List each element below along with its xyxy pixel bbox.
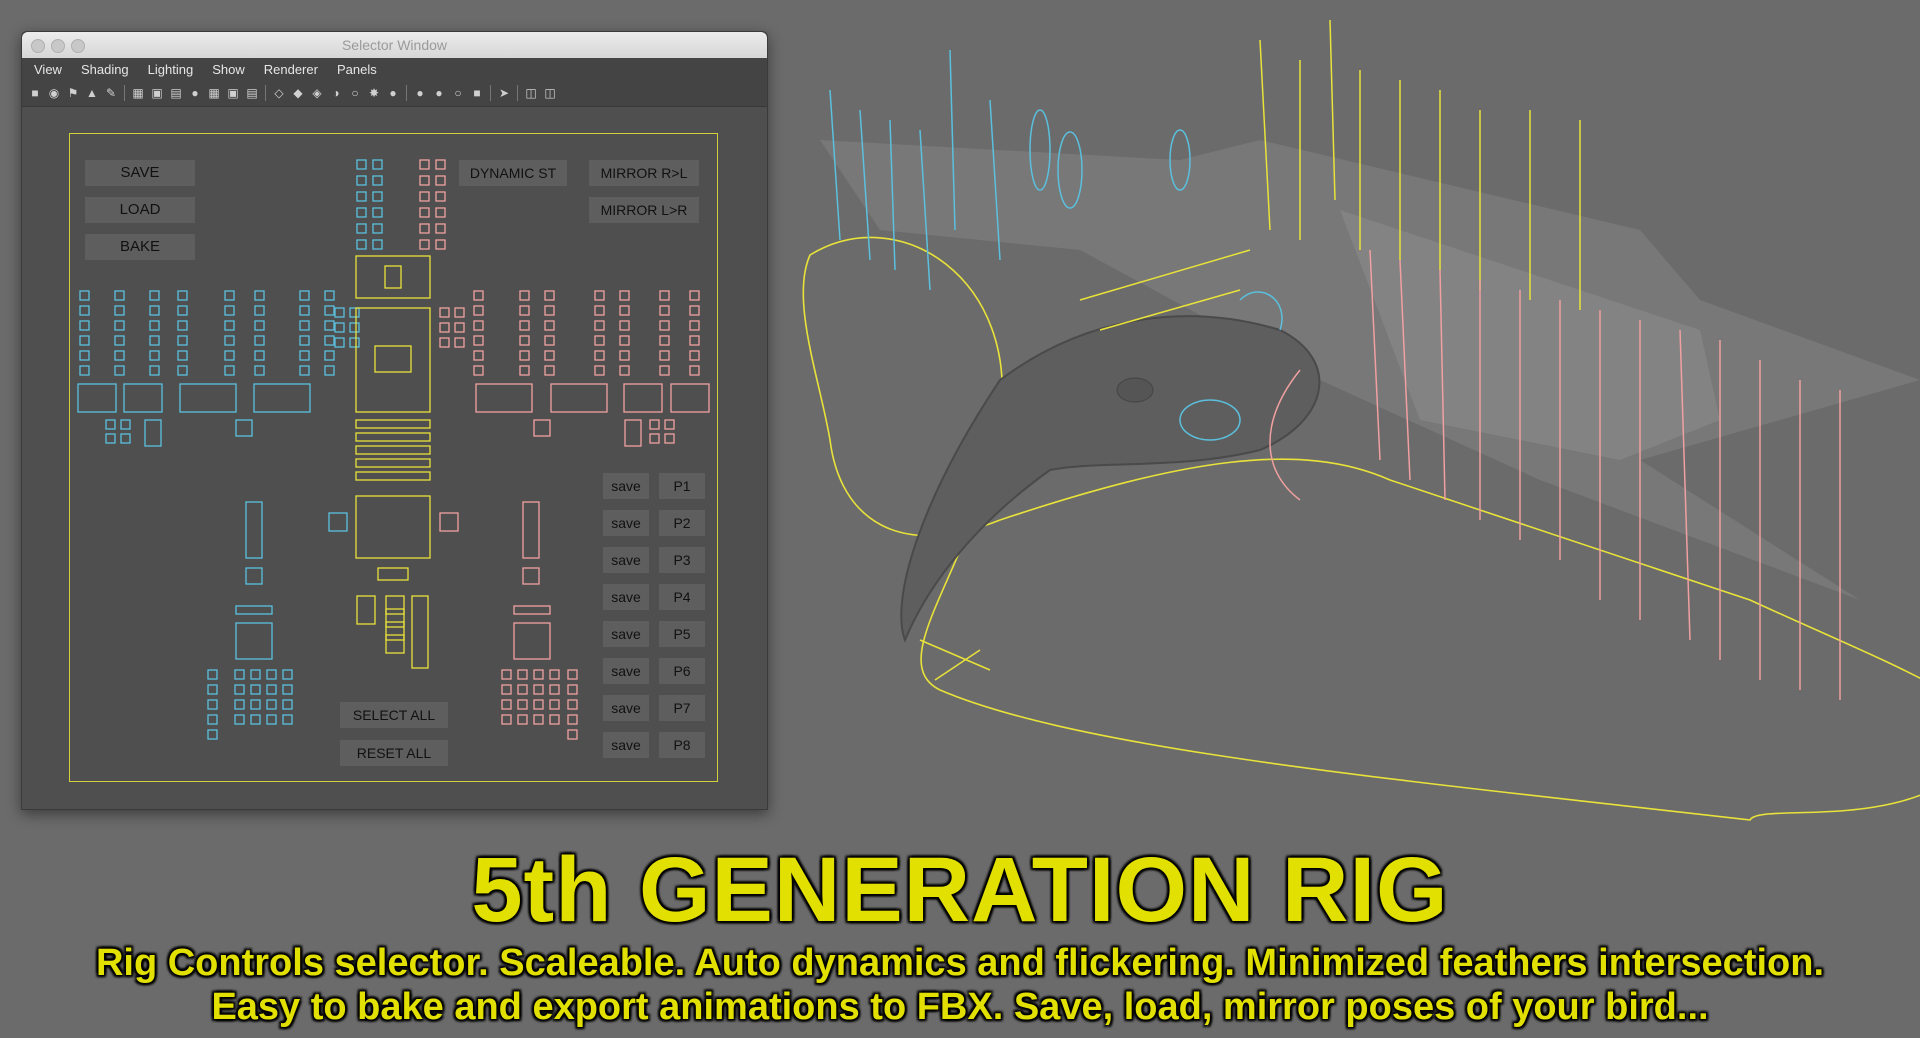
menu-view[interactable]: View: [34, 62, 62, 77]
save-pose-2-button[interactable]: save: [603, 510, 649, 536]
safe-action-icon[interactable]: ▣: [226, 86, 240, 100]
pencil-icon[interactable]: ✎: [104, 86, 118, 100]
depth-of-field-icon[interactable]: ■: [470, 86, 484, 100]
save-pose-4-button[interactable]: save: [603, 584, 649, 610]
menu-shading[interactable]: Shading: [81, 62, 129, 77]
film-gate-icon[interactable]: ▣: [150, 86, 164, 100]
save-pose-5-button[interactable]: save: [603, 621, 649, 647]
field-chart-icon[interactable]: ▦: [207, 86, 221, 100]
load-button[interactable]: LOAD: [85, 197, 195, 223]
window-titlebar[interactable]: Selector Window: [22, 32, 767, 58]
subtitle-line-1: Rig Controls selector. Scaleable. Auto d…: [95, 942, 1825, 984]
pose-8-button[interactable]: P8: [659, 732, 705, 758]
pose-2-button[interactable]: P2: [659, 510, 705, 536]
menu-bar: View Shading Lighting Show Renderer Pane…: [22, 58, 767, 80]
window-title: Selector Window: [341, 37, 448, 53]
motion-blur-icon[interactable]: ●: [432, 86, 446, 100]
save-pose-3-button[interactable]: save: [603, 547, 649, 573]
save-pose-8-button[interactable]: save: [603, 732, 649, 758]
menu-renderer[interactable]: Renderer: [264, 62, 318, 77]
select-all-button[interactable]: SELECT ALL: [340, 702, 448, 728]
wireframe-on-shaded-icon[interactable]: ◈: [310, 86, 324, 100]
bookmark-icon[interactable]: ⚑: [66, 86, 80, 100]
resolution-gate-icon[interactable]: ▤: [169, 86, 183, 100]
textured-icon[interactable]: ◑: [329, 86, 343, 100]
headline: 5th GENERATION RIG: [471, 839, 1449, 941]
pose-7-button[interactable]: P7: [659, 695, 705, 721]
pose-1-button[interactable]: P1: [659, 473, 705, 499]
menu-lighting[interactable]: Lighting: [148, 62, 194, 77]
grid-icon[interactable]: ▦: [131, 86, 145, 100]
mirror-l-to-r-button[interactable]: MIRROR L>R: [589, 197, 699, 223]
xray-icon[interactable]: ●: [386, 86, 400, 100]
ambient-occlusion-icon[interactable]: ●: [413, 86, 427, 100]
viewport-toolbar: ■ ◉ ⚑ ▲ ✎ ▦ ▣ ▤ ● ▦ ▣ ▤ ◇ ◆ ◈ ◑ ○ ✸ ● ● …: [22, 80, 767, 107]
mirror-r-to-l-button[interactable]: MIRROR R>L: [589, 160, 699, 186]
save-pose-1-button[interactable]: save: [603, 473, 649, 499]
shadows-icon[interactable]: ✸: [367, 86, 381, 100]
camera-icon[interactable]: ■: [28, 86, 42, 100]
camera-attributes-icon[interactable]: ◉: [47, 86, 61, 100]
dynamic-st-button[interactable]: DYNAMIC ST: [459, 160, 567, 186]
wireframe-icon[interactable]: ◇: [272, 86, 286, 100]
save-pose-6-button[interactable]: save: [603, 658, 649, 684]
gate-mask-icon[interactable]: ●: [188, 86, 202, 100]
pose-6-button[interactable]: P6: [659, 658, 705, 684]
menu-show[interactable]: Show: [212, 62, 245, 77]
isolate-select-icon[interactable]: ➤: [497, 86, 511, 100]
save-pose-7-button[interactable]: save: [603, 695, 649, 721]
panel-layout-icon[interactable]: ◫: [524, 86, 538, 100]
pose-3-button[interactable]: P3: [659, 547, 705, 573]
panel-split-icon[interactable]: ◫: [543, 86, 557, 100]
smooth-shade-icon[interactable]: ◆: [291, 86, 305, 100]
safe-title-icon[interactable]: ▤: [245, 86, 259, 100]
subtitle-line-2: Easy to bake and export animations to FB…: [211, 986, 1709, 1028]
lights-icon[interactable]: ○: [348, 86, 362, 100]
image-plane-icon[interactable]: ▲: [85, 86, 99, 100]
bake-button[interactable]: BAKE: [85, 234, 195, 260]
save-button[interactable]: SAVE: [85, 160, 195, 186]
menu-panels[interactable]: Panels: [337, 62, 377, 77]
antialiasing-icon[interactable]: ○: [451, 86, 465, 100]
selector-panel: SAVE LOAD BAKE DYNAMIC ST MIRROR R>L MIR…: [69, 133, 718, 782]
pose-5-button[interactable]: P5: [659, 621, 705, 647]
reset-all-button[interactable]: RESET ALL: [340, 740, 448, 766]
pose-4-button[interactable]: P4: [659, 584, 705, 610]
